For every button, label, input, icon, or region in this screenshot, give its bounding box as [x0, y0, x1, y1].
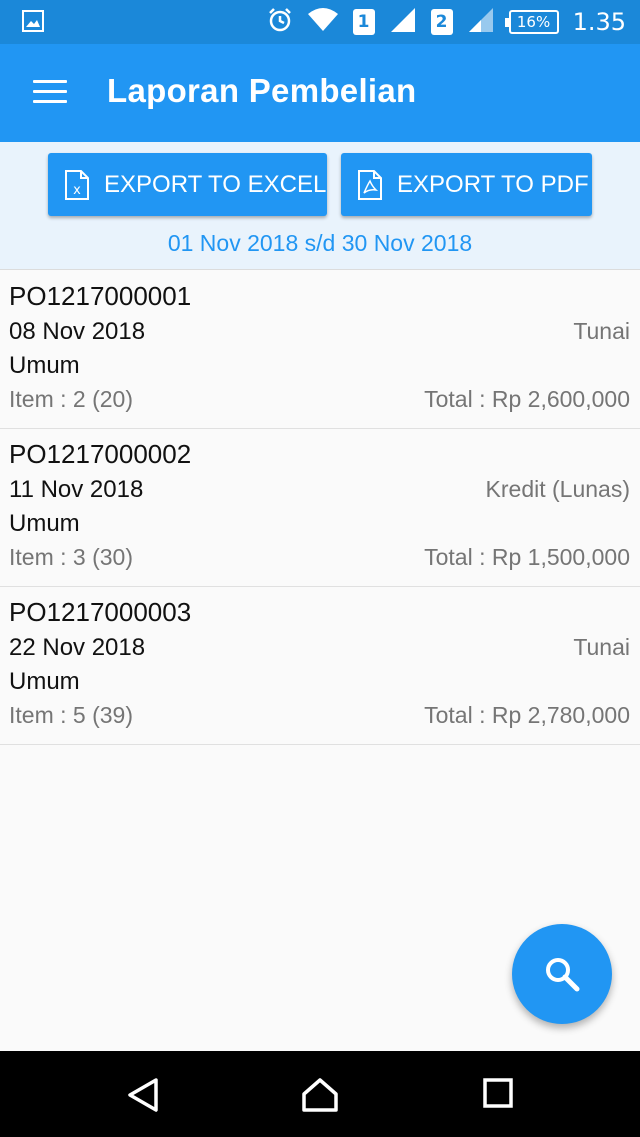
payment-type: Kredit (Lunas)	[485, 476, 630, 502]
purchase-total: Total : Rp 2,780,000	[424, 702, 630, 728]
supplier-name: Umum	[9, 352, 80, 379]
excel-file-icon: x	[65, 169, 89, 200]
export-pdf-button[interactable]: EXPORT TO PDF	[341, 153, 592, 216]
system-nav-bar	[0, 1051, 640, 1137]
sim2-badge: 2	[430, 9, 453, 35]
export-excel-label: EXPORT TO EXCEL	[104, 170, 327, 198]
search-icon	[546, 958, 580, 992]
sim1-badge: 1	[352, 9, 375, 35]
status-bar: 1 2 16% 1.35	[0, 0, 640, 44]
purchase-date: 08 Nov 2018	[9, 318, 146, 345]
signal-icon-2	[467, 7, 495, 37]
search-fab-button[interactable]	[512, 924, 612, 1024]
supplier-name: Umum	[9, 510, 80, 537]
app-bar: Laporan Pembelian	[0, 44, 640, 142]
export-excel-button[interactable]: x EXPORT TO EXCEL	[48, 153, 327, 216]
payment-type: Tunai	[573, 634, 630, 660]
po-number: PO1217000001	[9, 281, 192, 311]
list-item[interactable]: PO1217000003 22 Nov 2018 Umum Item : 5 (…	[0, 587, 640, 745]
page-title: Laporan Pembelian	[107, 72, 417, 109]
svg-text:x: x	[73, 183, 81, 198]
item-count: Item : 3 (30)	[9, 544, 133, 570]
pdf-file-icon	[358, 169, 382, 200]
supplier-name: Umum	[9, 668, 80, 695]
po-number: PO1217000003	[9, 597, 192, 627]
back-icon[interactable]	[126, 1077, 160, 1117]
po-number: PO1217000002	[9, 439, 192, 469]
purchase-date: 11 Nov 2018	[9, 476, 144, 503]
purchase-list: PO1217000001 08 Nov 2018 Umum Item : 2 (…	[0, 271, 640, 745]
battery-icon: 16%	[504, 10, 559, 34]
image-icon	[22, 10, 44, 36]
payment-type: Tunai	[573, 318, 630, 344]
date-range-label[interactable]: 01 Nov 2018 s/d 30 Nov 2018	[0, 230, 640, 257]
signal-icon	[389, 7, 417, 37]
menu-icon[interactable]	[33, 80, 67, 106]
home-icon[interactable]	[301, 1077, 339, 1117]
item-count: Item : 5 (39)	[9, 702, 133, 728]
list-item[interactable]: PO1217000002 11 Nov 2018 Umum Item : 3 (…	[0, 429, 640, 587]
item-count: Item : 2 (20)	[9, 386, 133, 412]
purchase-date: 22 Nov 2018	[9, 634, 146, 661]
recents-icon[interactable]	[482, 1077, 514, 1113]
purchase-total: Total : Rp 1,500,000	[424, 544, 630, 570]
export-pdf-label: EXPORT TO PDF	[397, 170, 589, 198]
alarm-icon	[267, 7, 293, 37]
purchase-total: Total : Rp 2,600,000	[424, 386, 630, 412]
export-panel: x EXPORT TO EXCEL EXPORT TO PDF 01 Nov 2…	[0, 142, 640, 270]
list-item[interactable]: PO1217000001 08 Nov 2018 Umum Item : 2 (…	[0, 271, 640, 429]
clock-time: 1.35	[572, 8, 626, 36]
wifi-icon	[307, 7, 339, 37]
